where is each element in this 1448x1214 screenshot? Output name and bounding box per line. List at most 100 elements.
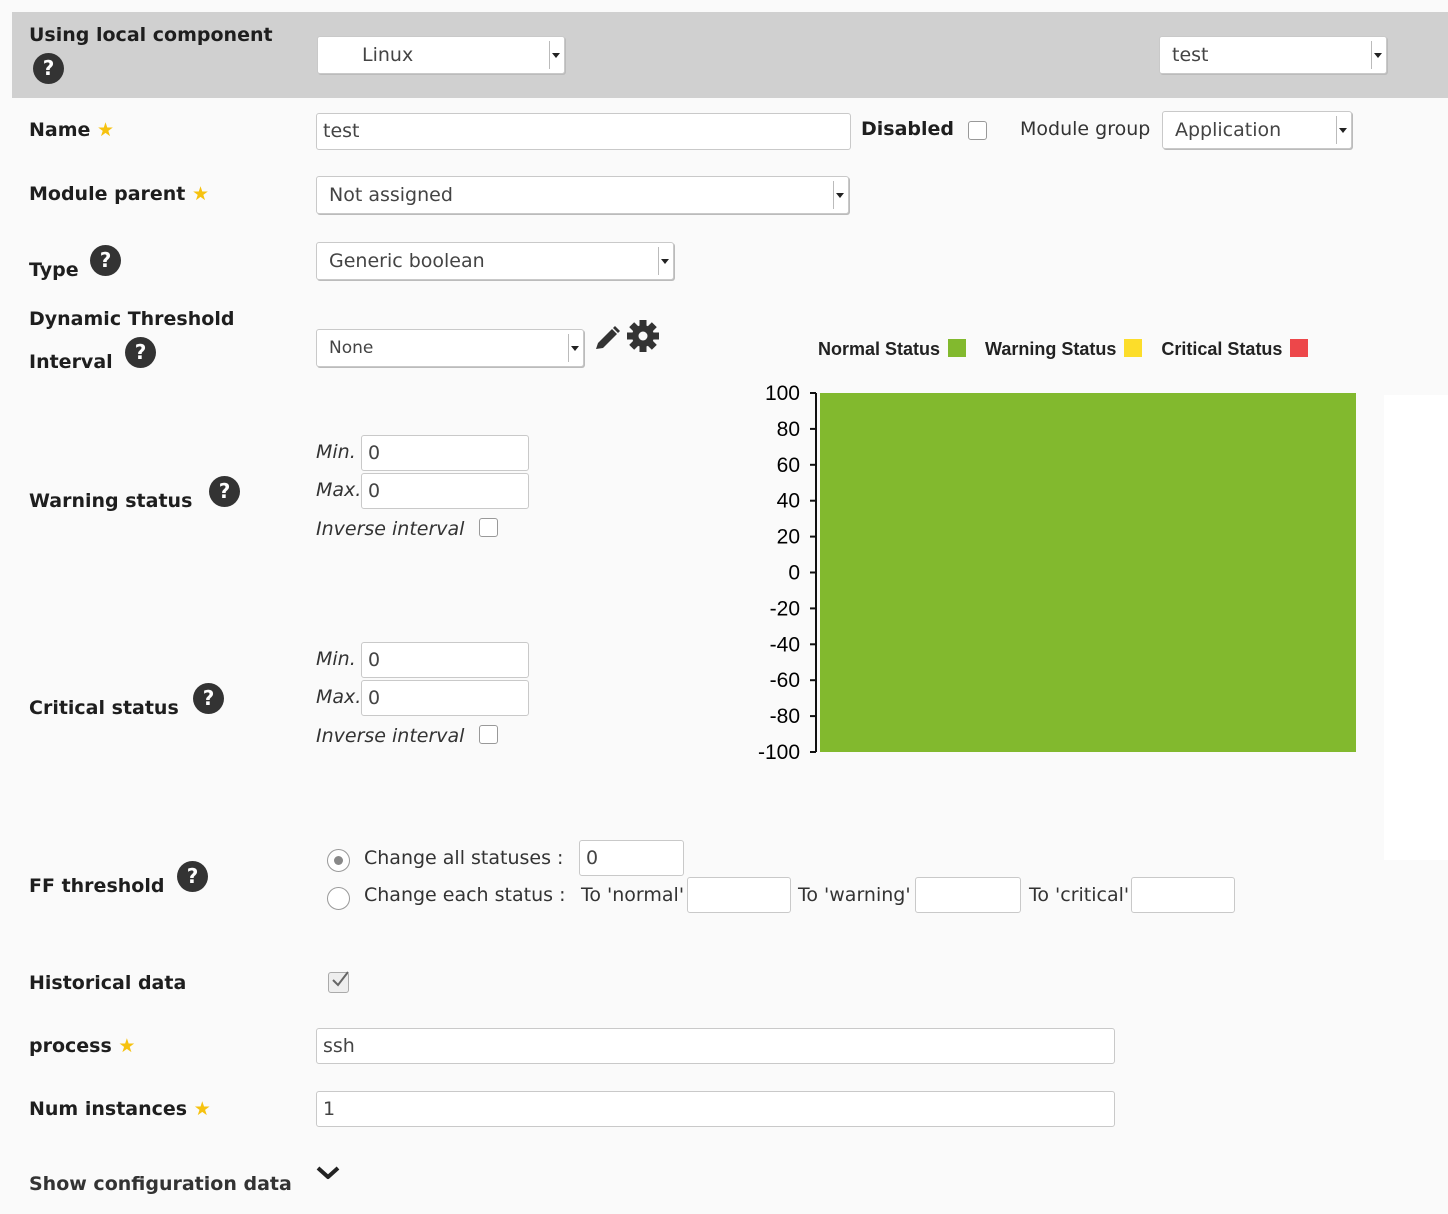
legend-warning-label: Warning Status — [985, 339, 1117, 359]
star-icon: ★ — [193, 1098, 211, 1120]
critical-min-input[interactable]: 0 — [361, 642, 529, 678]
num-instances-input[interactable]: 1 — [316, 1091, 1115, 1127]
legend-critical: Critical Status — [1161, 339, 1309, 359]
module-parent-label: Module parent ★ — [29, 183, 209, 205]
os-select[interactable]: Linux — [317, 36, 565, 74]
y-tick-label: -40 — [770, 633, 800, 656]
y-tick-label: 0 — [788, 562, 800, 585]
critical-max-label: Max. — [316, 686, 362, 708]
historical-data-checkbox[interactable] — [328, 971, 349, 993]
module-parent-select[interactable]: Not assigned — [316, 176, 849, 214]
component-select[interactable]: test — [1159, 36, 1387, 74]
ff-change-each-radio[interactable] — [327, 887, 350, 910]
help-icon[interactable]: ? — [33, 53, 64, 84]
chart-legend: Normal Status Warning Status Critical St… — [818, 339, 1309, 360]
ff-to-normal-input[interactable] — [687, 877, 791, 913]
critical-max-input[interactable]: 0 — [361, 680, 529, 716]
type-label: Type — [29, 259, 79, 281]
help-icon[interactable]: ? — [90, 245, 121, 276]
name-input[interactable]: test — [316, 113, 851, 150]
legend-warning-swatch — [1124, 339, 1143, 357]
ff-to-warning-input[interactable] — [915, 877, 1021, 913]
star-icon: ★ — [118, 1035, 136, 1057]
y-tick-label: 40 — [777, 490, 800, 513]
critical-status-label: Critical status — [29, 697, 179, 719]
warning-min-input[interactable]: 0 — [361, 435, 529, 471]
module-group-label: Module group — [1020, 118, 1151, 140]
chevron-down-icon — [1371, 41, 1383, 69]
chevron-down-icon — [658, 247, 670, 275]
chart-region-0 — [820, 393, 1356, 752]
chevron-down-icon — [549, 41, 561, 69]
dynamic-threshold-interval-label: Interval — [29, 351, 113, 373]
legend-warning: Warning Status — [985, 339, 1143, 359]
os-select-value: Linux — [362, 44, 414, 66]
ff-change-all-input[interactable]: 0 — [579, 840, 684, 876]
type-select[interactable]: Generic boolean — [316, 242, 674, 280]
critical-min-label: Min. — [316, 648, 356, 670]
help-icon[interactable]: ? — [193, 683, 224, 714]
star-icon: ★ — [192, 183, 210, 205]
help-icon[interactable]: ? — [125, 337, 156, 368]
radio-dot — [334, 856, 343, 865]
using-local-component-label: Using local component — [29, 24, 273, 46]
legend-critical-swatch — [1290, 339, 1309, 357]
ff-change-all-label: Change all statuses : — [364, 847, 564, 869]
module-group-select[interactable]: Application — [1162, 111, 1352, 149]
name-label-text: Name — [29, 119, 91, 141]
historical-data-label: Historical data — [29, 972, 187, 994]
warning-min-label: Min. — [316, 441, 356, 463]
process-label: process ★ — [29, 1035, 135, 1057]
dynamic-threshold-select[interactable]: None — [316, 329, 584, 367]
chevron-down-icon — [568, 334, 580, 362]
y-tick-label: 60 — [777, 454, 800, 477]
ff-to-critical-label: To 'critical' — [1029, 884, 1130, 906]
module-parent-value: Not assigned — [329, 184, 453, 206]
help-icon[interactable]: ? — [209, 476, 240, 507]
threshold-chart: 100 80 60 40 20 0 -20 -40 -60 -80 -100 — [758, 382, 1356, 764]
dynamic-threshold-value: None — [329, 338, 374, 358]
y-tick-label: -80 — [770, 705, 800, 728]
legend-normal-swatch — [948, 339, 967, 357]
chevron-down-icon — [833, 181, 845, 209]
warning-status-label: Warning status — [29, 490, 193, 512]
show-configuration-data-link[interactable]: Show configuration data — [29, 1173, 292, 1195]
legend-normal: Normal Status — [818, 339, 967, 359]
component-select-value: test — [1172, 44, 1209, 66]
y-tick-label: -100 — [758, 741, 800, 764]
y-tick-label: -20 — [770, 597, 800, 620]
dynamic-threshold-label: Dynamic Threshold — [29, 308, 235, 330]
num-instances-label-text: Num instances — [29, 1098, 188, 1120]
star-icon: ★ — [97, 119, 115, 141]
check-icon — [332, 971, 349, 987]
legend-critical-label: Critical Status — [1161, 339, 1283, 359]
name-label: Name ★ — [29, 119, 114, 141]
ff-to-critical-input[interactable] — [1131, 877, 1235, 913]
warning-inverse-checkbox[interactable] — [479, 518, 498, 537]
pencil-icon[interactable] — [592, 324, 622, 354]
process-input[interactable]: ssh — [316, 1028, 1115, 1064]
critical-inverse-checkbox[interactable] — [479, 725, 498, 744]
chevron-down-icon — [1336, 116, 1348, 144]
y-tick-label: 20 — [777, 526, 800, 549]
num-instances-label: Num instances ★ — [29, 1098, 211, 1120]
y-tick-label: 100 — [765, 382, 800, 405]
ff-threshold-label: FF threshold — [29, 875, 165, 897]
warning-max-label: Max. — [316, 479, 362, 501]
ff-to-warning-label: To 'warning' — [798, 884, 911, 906]
module-group-value: Application — [1175, 119, 1282, 141]
warning-inverse-label: Inverse interval — [316, 518, 465, 540]
chevron-down-icon[interactable] — [315, 1163, 341, 1183]
ff-change-all-radio[interactable] — [327, 849, 350, 872]
gear-icon[interactable] — [626, 319, 660, 353]
legend-normal-label: Normal Status — [818, 339, 941, 359]
y-tick-label: -60 — [770, 669, 800, 692]
warning-max-input[interactable]: 0 — [361, 473, 529, 509]
ff-to-normal-label: To 'normal' — [581, 884, 685, 906]
chart-panel-edge — [1384, 395, 1448, 860]
process-label-text: process — [29, 1035, 112, 1057]
disabled-checkbox[interactable] — [968, 121, 987, 140]
type-value: Generic boolean — [329, 250, 485, 272]
help-icon[interactable]: ? — [177, 861, 208, 892]
disabled-label: Disabled — [861, 118, 955, 140]
